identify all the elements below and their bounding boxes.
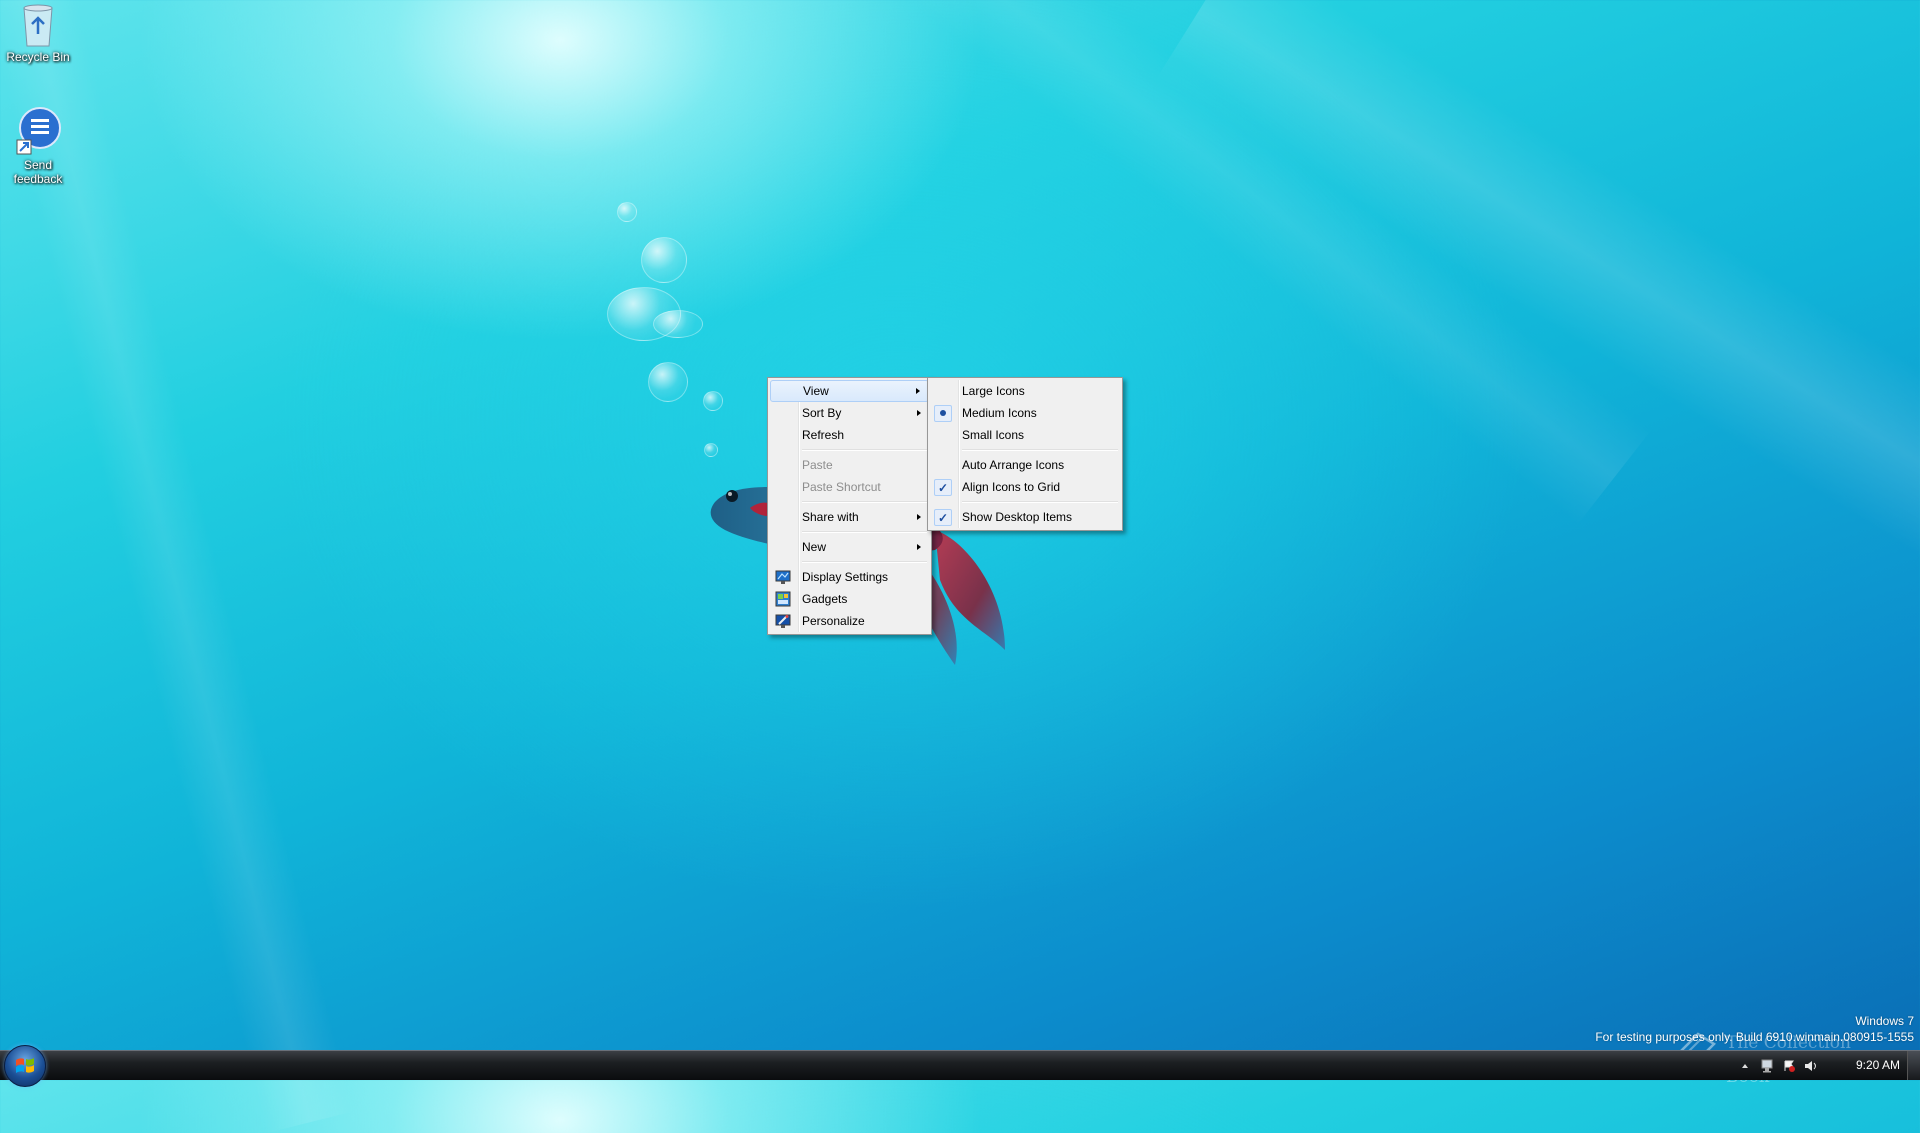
- menu-item-label: Paste Shortcut: [802, 480, 881, 494]
- light-ray: [1155, 0, 1920, 557]
- menu-item-new[interactable]: New: [770, 536, 929, 558]
- menu-item-label: Display Settings: [802, 570, 889, 584]
- checkmark-icon: ✓: [934, 509, 952, 526]
- view-submenu: Large Icons Medium Icons Small Icons Aut…: [927, 377, 1123, 531]
- send-feedback-label: Send feedback: [13, 158, 63, 186]
- menu-item-personalize[interactable]: Personalize: [770, 610, 929, 632]
- menu-separator: [962, 449, 1118, 451]
- bubble: [641, 237, 687, 283]
- menu-item-large-icons[interactable]: Large Icons: [930, 380, 1120, 402]
- submenu-arrow-icon: [917, 544, 921, 550]
- menu-item-label: Align Icons to Grid: [962, 480, 1061, 494]
- menu-separator: [802, 501, 927, 503]
- taskbar-clock[interactable]: 9:20 AM: [1856, 1058, 1900, 1072]
- windows-logo-icon: [16, 1058, 34, 1073]
- menu-item-label: Gadgets: [802, 592, 848, 606]
- menu-item-label: Personalize: [802, 614, 865, 628]
- menu-item-small-icons[interactable]: Small Icons: [930, 424, 1120, 446]
- submenu-arrow-icon: [917, 514, 921, 520]
- menu-item-label: Large Icons: [962, 384, 1025, 398]
- menu-item-label: New: [802, 540, 827, 554]
- menu-item-view[interactable]: View: [770, 380, 929, 402]
- menu-item-display-settings[interactable]: Display Settings: [770, 566, 929, 588]
- menu-item-label: Small Icons: [962, 428, 1025, 442]
- menu-separator: [802, 449, 927, 451]
- system-tray: 9:20 AM: [1730, 1051, 1920, 1080]
- menu-item-paste-shortcut: Paste Shortcut: [770, 476, 929, 498]
- menu-item-label: Medium Icons: [962, 406, 1037, 420]
- bubble: [617, 202, 637, 222]
- menu-item-label: Refresh: [802, 428, 845, 442]
- menu-separator: [802, 531, 927, 533]
- bubble: [704, 443, 718, 457]
- menu-separator: [802, 561, 927, 563]
- bubble: [648, 362, 688, 402]
- menu-item-label: View: [803, 384, 829, 398]
- taskbar: 9:20 AM: [0, 1045, 1920, 1087]
- menu-item-medium-icons[interactable]: Medium Icons: [930, 402, 1120, 424]
- menu-item-refresh[interactable]: Refresh: [770, 424, 929, 446]
- menu-item-label: Show Desktop Items: [962, 510, 1073, 524]
- personalize-icon: [775, 614, 791, 628]
- recycle-bin-label: Recycle Bin: [6, 50, 70, 64]
- menu-item-sort-by[interactable]: Sort By: [770, 402, 929, 424]
- bubble: [653, 310, 703, 338]
- send-feedback-desktop-icon[interactable]: Send feedback: [1, 106, 75, 186]
- display-settings-icon: [775, 570, 791, 584]
- action-center-icon[interactable]: [1782, 1059, 1796, 1073]
- send-feedback-icon: [16, 107, 61, 155]
- bubble: [703, 391, 723, 411]
- checkmark-icon: ✓: [934, 479, 952, 496]
- menu-item-label: Auto Arrange Icons: [962, 458, 1065, 472]
- show-desktop-button[interactable]: [1907, 1051, 1920, 1080]
- menu-item-gadgets[interactable]: Gadgets: [770, 588, 929, 610]
- gadgets-icon: [775, 591, 791, 607]
- menu-item-share-with[interactable]: Share with: [770, 506, 929, 528]
- menu-item-label: Paste: [802, 458, 833, 472]
- menu-item-auto-arrange-icons[interactable]: Auto Arrange Icons: [930, 454, 1120, 476]
- start-button[interactable]: [4, 1045, 46, 1087]
- menu-item-align-icons-to-grid[interactable]: ✓ Align Icons to Grid: [930, 476, 1120, 498]
- menu-item-paste: Paste: [770, 454, 929, 476]
- volume-icon[interactable]: [1804, 1059, 1818, 1073]
- menu-item-show-desktop-items[interactable]: ✓ Show Desktop Items: [930, 506, 1120, 528]
- menu-separator: [962, 501, 1118, 503]
- recycle-bin-desktop-icon[interactable]: Recycle Bin: [1, 2, 75, 64]
- submenu-arrow-icon: [916, 388, 920, 394]
- menu-item-label: Share with: [802, 510, 859, 524]
- recycle-bin-icon: [23, 4, 53, 47]
- show-hidden-icons-arrow[interactable]: [1738, 1059, 1752, 1073]
- radio-selected-icon: [934, 405, 952, 422]
- desktop-context-menu: View Sort By Refresh Paste Paste Shortcu…: [767, 377, 932, 635]
- menu-item-label: Sort By: [802, 406, 842, 420]
- network-icon[interactable]: [1760, 1059, 1774, 1073]
- submenu-arrow-icon: [917, 410, 921, 416]
